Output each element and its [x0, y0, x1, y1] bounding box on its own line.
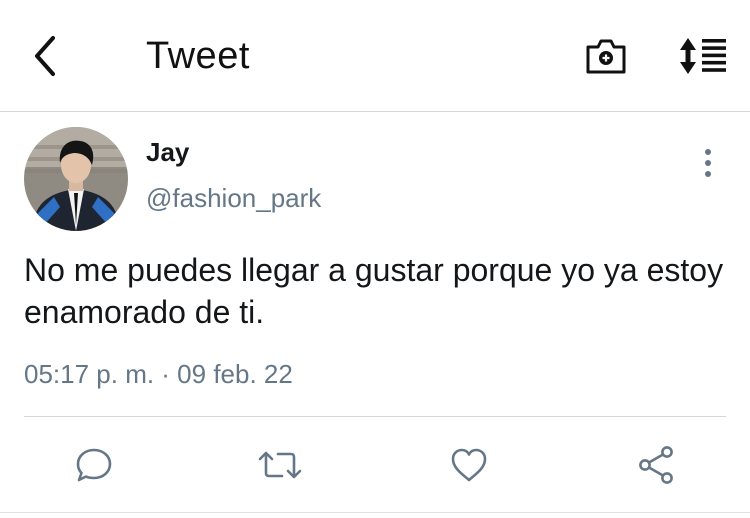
heart-icon	[451, 448, 487, 482]
tweet-actions	[0, 441, 750, 489]
display-name[interactable]: Jay	[146, 137, 189, 168]
user-handle[interactable]: @fashion_park	[146, 183, 321, 214]
avatar-photo	[24, 127, 128, 231]
camera-plus-icon	[586, 39, 626, 74]
back-button[interactable]	[22, 34, 66, 78]
reply-icon	[76, 448, 112, 482]
page-title: Tweet	[146, 35, 250, 77]
camera-button[interactable]	[582, 34, 630, 78]
sort-list-icon	[680, 38, 726, 74]
chevron-left-icon	[35, 36, 55, 76]
more-vertical-icon	[705, 149, 711, 177]
share-icon	[639, 446, 673, 484]
tweet-text: No me puedes llegar a gustar porque yo y…	[24, 252, 724, 330]
tweet-timestamp: 05:17 p. m. · 09 feb. 22	[24, 359, 293, 389]
avatar[interactable]	[24, 127, 128, 231]
divider	[24, 416, 726, 417]
top-bar: Tweet	[0, 0, 750, 112]
retweet-icon	[258, 451, 302, 479]
sort-button[interactable]	[674, 34, 730, 78]
like-button[interactable]	[445, 441, 493, 489]
reply-button[interactable]	[70, 441, 118, 489]
bottom-divider	[0, 512, 750, 513]
more-options-button[interactable]	[694, 145, 722, 181]
tweet-detail: Jay @fashion_park No me puedes llegar a …	[0, 113, 750, 518]
retweet-button[interactable]	[256, 441, 304, 489]
share-button[interactable]	[632, 441, 680, 489]
